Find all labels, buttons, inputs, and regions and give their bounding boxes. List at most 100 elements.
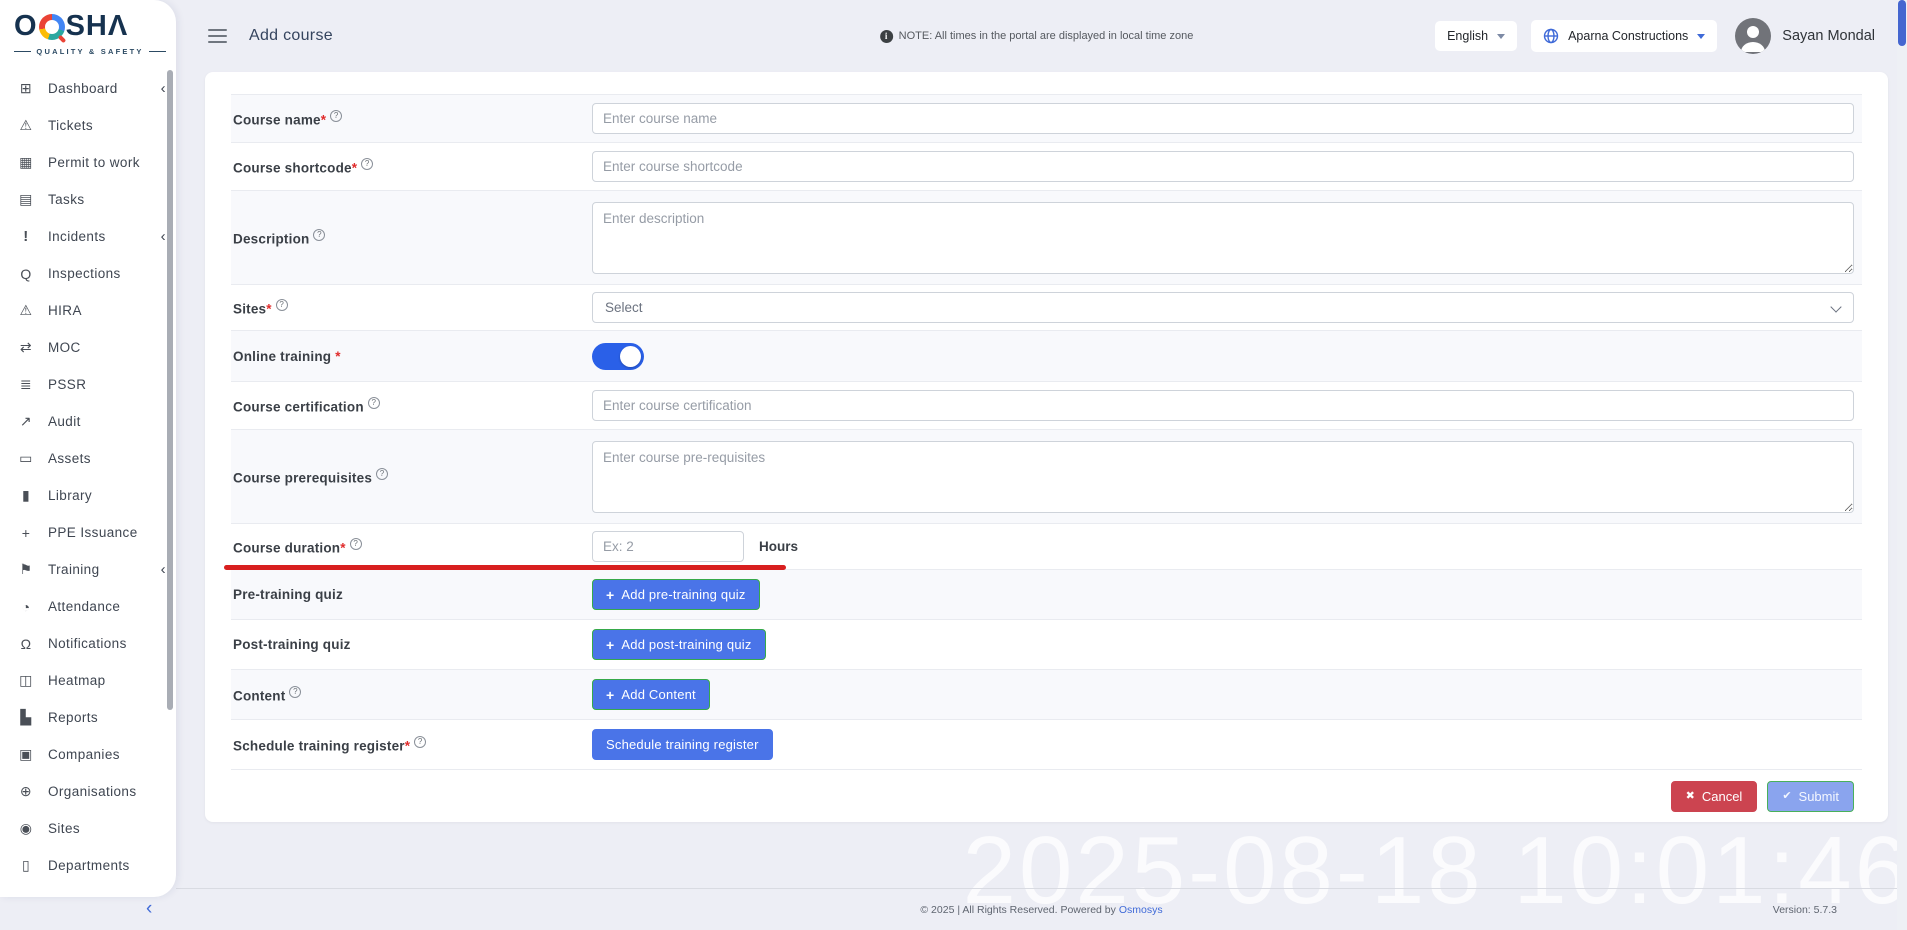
help-icon[interactable]: ? bbox=[414, 736, 426, 748]
add-post-training-quiz-button[interactable]: +Add post-training quiz bbox=[592, 629, 766, 660]
chevron-left-icon: ‹ bbox=[161, 229, 166, 244]
sidebar: O SHΛ QUALITY & SAFETY ⊞ Dashboard ‹ ⚠ T… bbox=[0, 0, 176, 897]
help-icon[interactable]: ? bbox=[289, 686, 301, 698]
sidebar-item-tasks[interactable]: ▤ Tasks bbox=[0, 181, 176, 218]
sidebar-item-dashboard[interactable]: ⊞ Dashboard ‹ bbox=[0, 70, 176, 107]
notifications-icon: Ω bbox=[17, 636, 35, 652]
course-shortcode-input[interactable] bbox=[592, 151, 1854, 182]
duration-unit-label: Hours bbox=[759, 539, 798, 554]
sidebar-item-organisations[interactable]: ⊕ Organisations bbox=[0, 773, 176, 810]
sidebar-item-label: Reports bbox=[48, 710, 98, 725]
logo-text-right: SHΛ bbox=[66, 12, 129, 41]
online-training-toggle[interactable] bbox=[592, 343, 644, 370]
form-row-content: Content? +Add Content bbox=[231, 670, 1862, 720]
audit-icon: ↗ bbox=[17, 413, 35, 430]
sidebar-item-hira[interactable]: ⚠ HIRA bbox=[0, 292, 176, 329]
sidebar-item-heatmap[interactable]: ◫ Heatmap bbox=[0, 662, 176, 699]
toggle-knob bbox=[620, 346, 641, 367]
attendance-icon: ◔ bbox=[17, 599, 35, 615]
highlight-underline bbox=[224, 565, 786, 570]
sidebar-item-sites[interactable]: ◉ Sites bbox=[0, 810, 176, 847]
submit-button[interactable]: ✔ Submit bbox=[1767, 781, 1854, 812]
sidebar-collapse-button[interactable]: ‹ bbox=[146, 899, 152, 918]
sidebar-item-label: Inspections bbox=[48, 266, 121, 281]
organisation-select[interactable]: Aparna Constructions bbox=[1531, 20, 1717, 52]
sidebar-item-label: Incidents bbox=[48, 229, 106, 244]
help-icon[interactable]: ? bbox=[361, 158, 373, 170]
user-name: Sayan Mondal bbox=[1782, 28, 1875, 44]
globe-icon bbox=[1543, 28, 1559, 44]
sidebar-item-label: Audit bbox=[48, 414, 81, 429]
language-value: English bbox=[1447, 29, 1488, 43]
page-scrollbar-thumb[interactable] bbox=[1898, 0, 1906, 46]
help-icon[interactable]: ? bbox=[330, 110, 342, 122]
tasks-icon: ▤ bbox=[17, 191, 35, 208]
sidebar-item-label: Attendance bbox=[48, 599, 120, 614]
sites-select[interactable]: Select bbox=[592, 292, 1854, 323]
description-textarea[interactable] bbox=[592, 202, 1854, 274]
field-label: Course name*? bbox=[231, 110, 592, 128]
sidebar-item-departments[interactable]: ▯ Departments bbox=[0, 847, 176, 884]
avatar[interactable] bbox=[1735, 18, 1771, 54]
submit-label: Submit bbox=[1799, 789, 1839, 804]
sidebar-scrollbar[interactable] bbox=[167, 70, 173, 710]
sidebar-item-audit[interactable]: ↗ Audit bbox=[0, 403, 176, 440]
help-icon[interactable]: ? bbox=[276, 299, 288, 311]
training-icon: ⚑ bbox=[17, 561, 35, 578]
permit-to-work-icon: ▦ bbox=[17, 154, 35, 171]
form-row-pre-training-quiz: Pre-training quiz +Add pre-training quiz bbox=[231, 570, 1862, 620]
form-row-course-prerequisites: Course prerequisites? bbox=[231, 430, 1862, 524]
page-scrollbar[interactable] bbox=[1897, 0, 1907, 930]
course-duration-input[interactable] bbox=[592, 531, 744, 562]
help-icon[interactable]: ? bbox=[313, 229, 325, 241]
sidebar-item-label: PPE Issuance bbox=[48, 525, 138, 540]
form-row-course-shortcode: Course shortcode*? bbox=[231, 143, 1862, 191]
sidebar-item-reports[interactable]: ▙ Reports bbox=[0, 699, 176, 736]
field-label: Sites*? bbox=[231, 299, 592, 317]
sidebar-item-label: Dashboard bbox=[48, 81, 118, 96]
field-label: Content? bbox=[231, 686, 592, 704]
sidebar-item-moc[interactable]: ⇄ MOC bbox=[0, 329, 176, 366]
schedule-training-register-button[interactable]: Schedule training register bbox=[592, 729, 773, 760]
sidebar-item-notifications[interactable]: Ω Notifications bbox=[0, 625, 176, 662]
add-pre-training-quiz-button[interactable]: +Add pre-training quiz bbox=[592, 579, 760, 610]
sidebar-item-label: PSSR bbox=[48, 377, 86, 392]
cancel-label: Cancel bbox=[1702, 789, 1742, 804]
menu-icon[interactable] bbox=[208, 29, 227, 43]
sidebar-item-assets[interactable]: ▭ Assets bbox=[0, 440, 176, 477]
course-certification-input[interactable] bbox=[592, 390, 1854, 421]
sidebar-item-label: Heatmap bbox=[48, 673, 106, 688]
sidebar-item-permit-to-work[interactable]: ▦ Permit to work bbox=[0, 144, 176, 181]
brand-logo[interactable]: O SHΛ QUALITY & SAFETY bbox=[0, 0, 176, 64]
sidebar-item-pssr[interactable]: ≣ PSSR bbox=[0, 366, 176, 403]
form-row-course-name: Course name*? bbox=[231, 95, 1862, 143]
dashboard-icon: ⊞ bbox=[17, 80, 35, 97]
sidebar-item-inspections[interactable]: Q Inspections bbox=[0, 255, 176, 292]
chevron-left-icon: ‹ bbox=[161, 562, 166, 577]
language-select[interactable]: English bbox=[1435, 21, 1517, 51]
help-icon[interactable]: ? bbox=[350, 538, 362, 550]
sidebar-item-ppe-issuance[interactable]: + PPE Issuance bbox=[0, 514, 176, 551]
sidebar-item-training[interactable]: ⚑ Training ‹ bbox=[0, 551, 176, 588]
plus-icon: + bbox=[606, 638, 614, 652]
sidebar-item-library[interactable]: ▮ Library bbox=[0, 477, 176, 514]
companies-icon: ▣ bbox=[17, 746, 35, 763]
course-name-input[interactable] bbox=[592, 103, 1854, 134]
osmosys-link[interactable]: Osmosys bbox=[1119, 904, 1163, 916]
sidebar-item-incidents[interactable]: ! Incidents ‹ bbox=[0, 218, 176, 255]
sidebar-item-tickets[interactable]: ⚠ Tickets bbox=[0, 107, 176, 144]
help-icon[interactable]: ? bbox=[376, 468, 388, 480]
course-prerequisites-textarea[interactable] bbox=[592, 441, 1854, 513]
hira-icon: ⚠ bbox=[17, 302, 35, 319]
sidebar-item-companies[interactable]: ▣ Companies bbox=[0, 736, 176, 773]
brand-tagline: QUALITY & SAFETY bbox=[14, 47, 166, 56]
chevron-left-icon: ‹ bbox=[161, 81, 166, 96]
field-label: Schedule training register*? bbox=[231, 736, 592, 754]
logo-q-icon bbox=[39, 14, 65, 40]
sidebar-item-attendance[interactable]: ◔ Attendance bbox=[0, 588, 176, 625]
field-label: Online training * bbox=[231, 349, 592, 364]
help-icon[interactable]: ? bbox=[368, 397, 380, 409]
form-row-post-training-quiz: Post-training quiz +Add post-training qu… bbox=[231, 620, 1862, 670]
add-content-button[interactable]: +Add Content bbox=[592, 679, 710, 710]
cancel-button[interactable]: ✖ Cancel bbox=[1671, 781, 1758, 812]
